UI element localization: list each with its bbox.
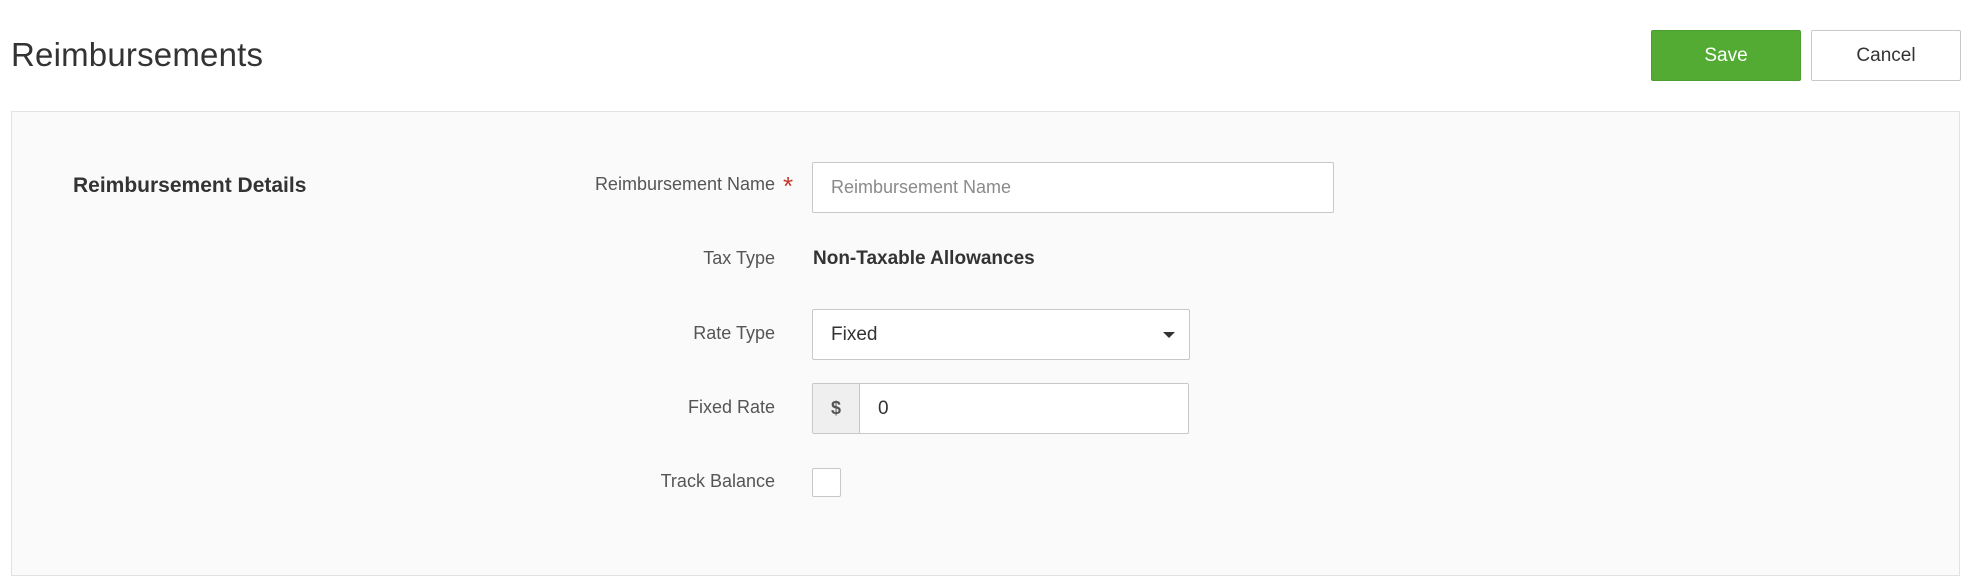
reimbursement-name-input[interactable] [812,162,1334,213]
fixed-rate-label: Fixed Rate [687,397,775,417]
track-balance-checkbox[interactable] [812,468,841,497]
save-button[interactable]: Save [1651,30,1801,81]
rate-type-selected-value: Fixed [831,324,878,345]
rate-type-label: Rate Type [693,323,775,343]
reimbursement-name-label: Reimbursement Name [594,174,775,194]
section-title: Reimbursement Details [73,174,307,197]
required-asterisk-icon: * [783,171,794,201]
dollar-icon: $ [813,384,860,433]
fixed-rate-input-group: $ [812,383,1189,434]
cancel-button[interactable]: Cancel [1811,30,1961,81]
reimbursements-page: Reimbursements Save Cancel Reimbursement… [0,0,1970,585]
caret-down-icon [1163,332,1175,338]
rate-type-select[interactable]: Fixed [812,309,1190,360]
page-title: Reimbursements [11,36,264,73]
reimbursement-details-panel: Reimbursement Details Reimbursement Name… [11,111,1960,576]
tax-type-value: Non-Taxable Allowances [813,248,1035,269]
tax-type-label: Tax Type [703,248,775,268]
fixed-rate-input[interactable] [860,384,1188,433]
track-balance-label: Track Balance [660,471,775,491]
page-header: Reimbursements Save Cancel [0,0,1970,110]
